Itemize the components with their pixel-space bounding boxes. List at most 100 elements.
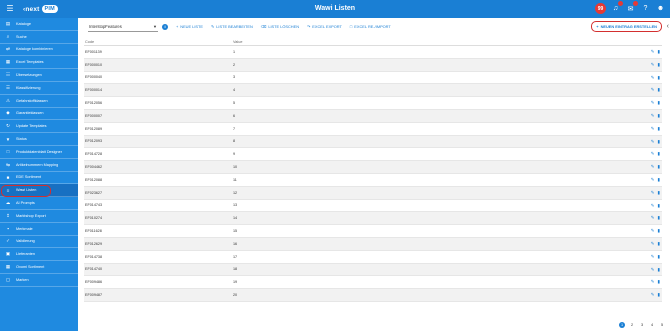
sidebar-item[interactable]: ☰ Klassifizierung — [0, 82, 78, 95]
table-row[interactable]: EF014728 9 ✎ ▮ — [84, 148, 662, 162]
edit-icon[interactable]: ✎ — [651, 254, 655, 260]
delete-list-button[interactable]: ⌫ LISTE LÖSCHEN — [261, 24, 299, 29]
column-header-code[interactable]: Code — [84, 40, 233, 44]
edit-icon[interactable]: ✎ — [651, 279, 655, 285]
page-button[interactable]: 1 — [619, 322, 625, 328]
table-row[interactable]: EF000010 2 ✎ ▮ — [84, 58, 662, 72]
table-row[interactable]: EF000014 4 ✎ ▮ — [84, 84, 662, 98]
delete-icon[interactable]: ▮ — [658, 62, 660, 68]
delete-icon[interactable]: ▮ — [658, 100, 660, 106]
sidebar-item[interactable]: ☁ AI Prompts — [0, 197, 78, 210]
delete-icon[interactable]: ▮ — [658, 113, 660, 119]
table-row[interactable]: EF011628 15 ✎ ▮ — [84, 225, 662, 238]
edit-icon[interactable]: ✎ — [651, 203, 655, 209]
sidebar-item[interactable]: ≡ Wawi Listen — [0, 184, 78, 198]
delete-icon[interactable]: ▮ — [658, 279, 660, 285]
edit-icon[interactable]: ✎ — [651, 267, 655, 273]
excel-reimport-button[interactable]: □ EXCEL RE-/IMPORT — [350, 24, 391, 29]
delete-icon[interactable]: ▮ — [658, 292, 660, 298]
edit-icon[interactable]: ✎ — [651, 62, 655, 68]
sidebar-item[interactable]: ▤ Kataloge — [0, 18, 78, 31]
table-row[interactable]: EF010274 14 ✎ ▮ — [84, 212, 662, 226]
sidebar-item[interactable]: ▪ Merkmale — [0, 223, 78, 236]
table-row[interactable]: EF000040 3 ✎ ▮ — [84, 72, 662, 85]
delete-icon[interactable]: ▮ — [658, 203, 660, 209]
table-row[interactable]: EF012056 5 ✎ ▮ — [84, 97, 662, 110]
edit-icon[interactable]: ✎ — [651, 100, 655, 106]
edit-icon[interactable]: ✎ — [651, 49, 655, 55]
sidebar-item[interactable]: ↥ Marktshop Export — [0, 210, 78, 223]
sidebar-item[interactable]: ⌕ Suche — [0, 31, 78, 44]
edit-icon[interactable]: ✎ — [651, 215, 655, 221]
delete-icon[interactable]: ▮ — [658, 49, 660, 55]
table-row[interactable]: EF012089 7 ✎ ▮ — [84, 123, 662, 136]
delete-icon[interactable]: ▮ — [658, 139, 660, 145]
table-row[interactable]: EF012088 11 ✎ ▮ — [84, 174, 662, 187]
delete-icon[interactable]: ▮ — [658, 177, 660, 183]
sidebar-item[interactable]: ⚠ Gefahrstoffklassen — [0, 95, 78, 108]
menu-icon[interactable]: ☰ — [3, 0, 17, 18]
new-entry-button[interactable]: + NEUEN EINTRAG ERSTELLEN — [591, 21, 662, 32]
table-row[interactable]: EF014738 17 ✎ ▮ — [84, 251, 662, 264]
delete-icon[interactable]: ▮ — [658, 164, 660, 170]
table-row[interactable]: EF023627 12 ✎ ▮ — [84, 186, 662, 200]
notification-badge[interactable]: 99 — [595, 3, 606, 14]
table-row[interactable]: EF009487 20 ✎ ▮ — [84, 289, 662, 302]
table-row[interactable]: EF001139 1 ✎ ▮ — [84, 46, 662, 59]
delete-icon[interactable]: ▮ — [658, 241, 660, 247]
table-row[interactable]: EF012629 16 ✎ ▮ — [84, 237, 662, 251]
delete-icon[interactable]: ▮ — [658, 126, 660, 132]
delete-icon[interactable]: ▮ — [658, 87, 660, 93]
sidebar-item[interactable]: ▣ Lieferanten — [0, 248, 78, 262]
delete-icon[interactable]: ▮ — [658, 151, 660, 157]
edit-icon[interactable]: ✎ — [651, 228, 655, 234]
edit-icon[interactable]: ✎ — [651, 241, 655, 247]
excel-export-button[interactable]: ↷ EXCEL EXPORT — [307, 24, 342, 29]
info-icon[interactable]: i — [162, 23, 168, 30]
sidebar-item[interactable]: ■ EDE Sortiment — [0, 172, 78, 185]
page-button[interactable]: 4 — [649, 322, 655, 328]
sidebar-item[interactable]: ▢ Marken — [0, 274, 78, 287]
edit-icon[interactable]: ✎ — [651, 126, 655, 132]
table-row[interactable]: EF000007 6 ✎ ▮ — [84, 109, 662, 123]
sidebar-item[interactable]: ◆ Garantieklassen — [0, 108, 78, 121]
table-row[interactable]: EF004462 10 ✎ ▮ — [84, 161, 662, 174]
sidebar-item[interactable]: ▼ Status — [0, 133, 78, 146]
inbox-icon[interactable]: ✉ — [625, 1, 638, 14]
delete-icon[interactable]: ▮ — [658, 75, 660, 81]
sidebar-item[interactable]: ✓ Validierung — [0, 236, 78, 249]
edit-icon[interactable]: ✎ — [651, 177, 655, 183]
edit-icon[interactable]: ✎ — [651, 292, 655, 298]
list-select[interactable]: InterstopFeatures ▼ — [88, 21, 158, 32]
logo[interactable]: ‹next PIM — [23, 5, 58, 13]
sidebar-item[interactable]: ☷ Übersetzungen — [0, 69, 78, 82]
edit-list-button[interactable]: ✎ LISTE BEARBEITEN — [211, 24, 253, 29]
edit-icon[interactable]: ✎ — [651, 151, 655, 157]
page-button[interactable]: 3 — [639, 322, 645, 328]
new-list-button[interactable]: + NEUE LISTE — [176, 24, 203, 29]
column-header-value[interactable]: Value — [233, 40, 662, 44]
sidebar-item[interactable]: □ Produktdatenblatt Designer — [0, 146, 78, 159]
sidebar-item[interactable]: ⇄ Kataloge kombinieren — [0, 44, 78, 57]
edit-icon[interactable]: ✎ — [651, 139, 655, 145]
edit-icon[interactable]: ✎ — [651, 190, 655, 196]
chevron-left-icon[interactable]: ‹ — [667, 23, 669, 30]
table-row[interactable]: EF014740 18 ✎ ▮ — [84, 263, 662, 277]
edit-icon[interactable]: ✎ — [651, 113, 655, 119]
delete-icon[interactable]: ▮ — [658, 215, 660, 221]
page-button[interactable]: 2 — [629, 322, 635, 328]
sidebar-item[interactable]: ▦ Excel Templates — [0, 56, 78, 70]
sidebar-item[interactable]: ⇆ Artikelnummern Mapping — [0, 159, 78, 172]
edit-icon[interactable]: ✎ — [651, 75, 655, 81]
table-row[interactable]: EF009486 19 ✎ ▮ — [84, 276, 662, 290]
user-icon[interactable]: ☻ — [655, 3, 666, 14]
sidebar-item[interactable]: ↻ Update Templates — [0, 120, 78, 134]
sidebar-item[interactable]: ▦ Oxomi Sortiment — [0, 261, 78, 274]
edit-icon[interactable]: ✎ — [651, 164, 655, 170]
edit-icon[interactable]: ✎ — [651, 87, 655, 93]
table-row[interactable]: EF012093 8 ✎ ▮ — [84, 135, 662, 149]
help-icon[interactable]: ? — [640, 3, 651, 14]
page-button[interactable]: 5 — [659, 322, 665, 328]
delete-icon[interactable]: ▮ — [658, 190, 660, 196]
bell-icon[interactable]: ♫ — [610, 1, 623, 14]
